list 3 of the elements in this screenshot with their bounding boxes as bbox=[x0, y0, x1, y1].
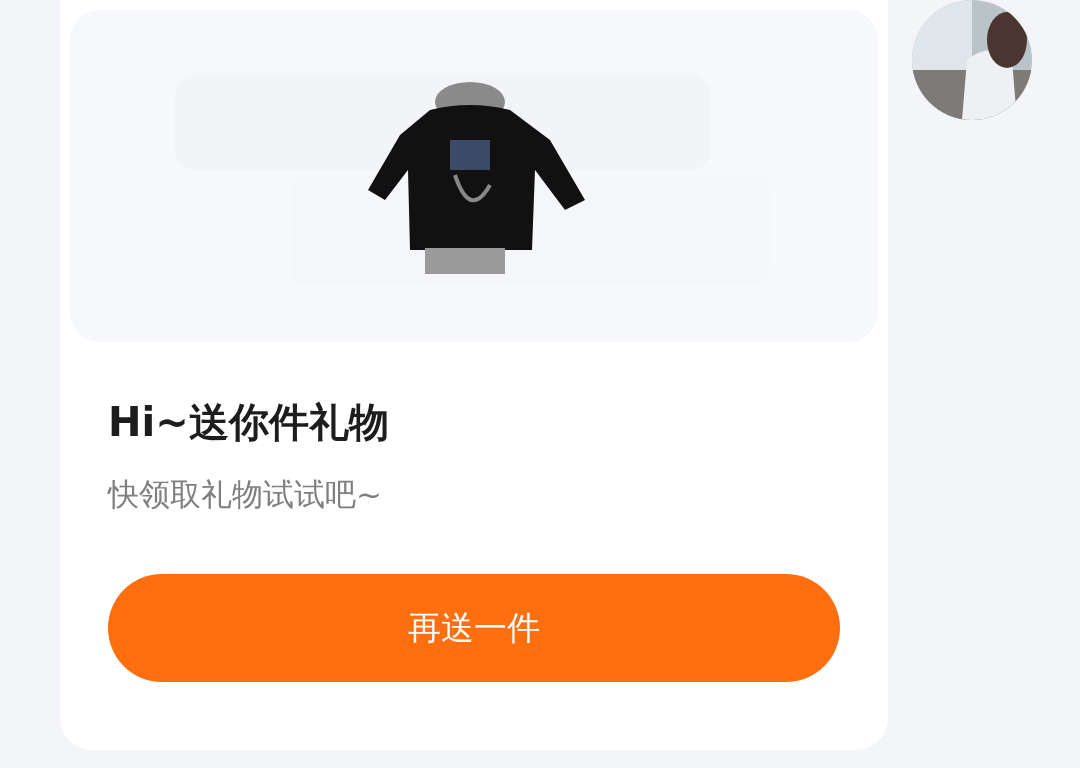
send-again-button[interactable]: 再送一件 bbox=[108, 574, 840, 682]
gift-subtitle: 快领取礼物试试吧~ bbox=[108, 475, 383, 514]
gift-title: Hi~送你件礼物 bbox=[108, 398, 390, 447]
